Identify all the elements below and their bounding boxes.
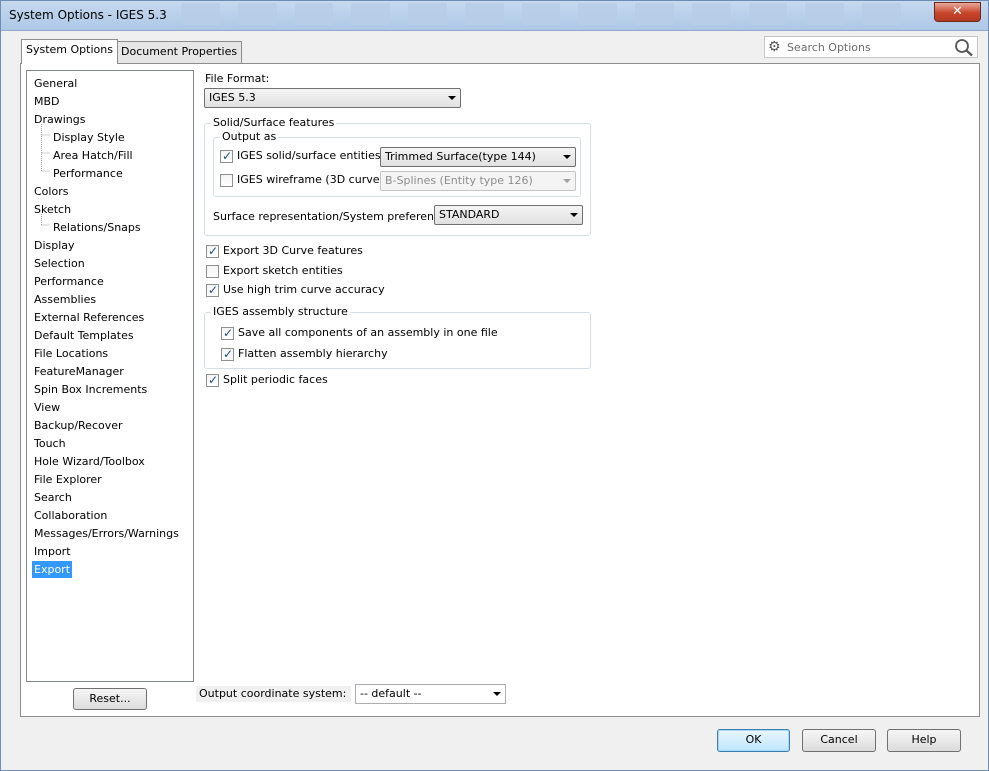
title-bar[interactable]: System Options - IGES 5.3 ✕ [1,1,988,31]
iges-assembly-structure-group: IGES assembly structure ✓ Save all compo… [204,305,591,369]
tree-item-assemblies[interactable]: Assemblies [32,291,98,308]
file-format-value: IGES 5.3 [209,91,256,104]
tree-item-drawings-performance[interactable]: Performance [51,165,125,182]
checkmark-icon: ✓ [208,244,219,258]
tree-item-general[interactable]: General [32,75,79,92]
output-as-group: Output as ✓ IGES solid/surface entities:… [213,130,581,197]
checkmark-icon: ✓ [222,149,233,163]
surface-representation-value: STANDARD [439,208,500,221]
flatten-hierarchy-checkbox-box[interactable]: ✓ [221,347,234,361]
gear-icon[interactable]: ⚙ [768,39,781,55]
iges-assembly-structure-title: IGES assembly structure [211,305,350,318]
close-button[interactable]: ✕ [934,2,981,22]
tree-item-drawings[interactable]: Drawings [32,111,87,128]
save-components-checkbox-box[interactable]: ✓ [221,326,234,340]
output-coordinate-dropdown[interactable]: -- default -- [355,684,506,704]
export-3d-curve-label: Export 3D Curve features [223,244,363,257]
export-sketch-checkbox-box[interactable] [206,265,219,278]
checkmark-icon: ✓ [208,373,219,387]
system-options-window: System Options - IGES 5.3 ✕ System Optio… [0,0,989,771]
options-panel: General MBD Drawings Display Style Area … [20,63,980,717]
tree-item-collaboration[interactable]: Collaboration [32,507,109,524]
iges-wireframe-dropdown[interactable]: B-Splines (Entity type 126) [380,171,576,191]
tree-item-view[interactable]: View [32,399,62,416]
tree-item-file-locations[interactable]: File Locations [32,345,110,362]
dialog-client: System Options Document Properties ⚙ Sea… [8,32,983,764]
search-icon[interactable] [953,37,975,57]
export-3d-curve-checkbox-box[interactable]: ✓ [206,244,219,258]
tree-item-mbd[interactable]: MBD [32,93,62,110]
iges-wireframe-value: B-Splines (Entity type 126) [385,174,533,187]
chevron-down-icon [563,179,571,183]
tree-item-messages-errors-warnings[interactable]: Messages/Errors/Warnings [32,525,181,542]
tree-item-sketch[interactable]: Sketch [32,201,73,218]
high-trim-accuracy-checkbox-box[interactable]: ✓ [206,283,219,297]
file-format-label: File Format: [205,72,270,85]
surface-representation-label: Surface representation/System preference… [213,210,451,223]
tree-item-backup-recover[interactable]: Backup/Recover [32,417,125,434]
split-periodic-faces-checkbox-box[interactable]: ✓ [206,373,219,387]
tree-item-touch[interactable]: Touch [32,435,68,452]
solid-surface-features-group: Solid/Surface features Output as ✓ IGES … [204,116,591,236]
export-sketch-label: Export sketch entities [223,264,343,277]
tree-item-search[interactable]: Search [32,489,74,506]
tree-item-performance[interactable]: Performance [32,273,106,290]
output-coordinate-label: Output coordinate system: [196,686,351,702]
tree-item-display[interactable]: Display [32,237,77,254]
tree-item-colors[interactable]: Colors [32,183,70,200]
tree-item-file-explorer[interactable]: File Explorer [32,471,104,488]
iges-solid-label: IGES solid/surface entities: [237,149,385,162]
output-coordinate-value: -- default -- [360,687,422,700]
tree-item-display-style[interactable]: Display Style [51,129,127,146]
background-ribbon-ghost [181,3,901,29]
chevron-down-icon [563,155,571,159]
tab-document-properties[interactable]: Document Properties [116,41,243,63]
chevron-down-icon [448,96,456,100]
tree-item-selection[interactable]: Selection [32,255,87,272]
split-periodic-faces-label: Split periodic faces [223,373,328,386]
tree-item-default-templates[interactable]: Default Templates [32,327,136,344]
checkmark-icon: ✓ [223,347,234,361]
tree-item-spin-box-increments[interactable]: Spin Box Increments [32,381,149,398]
tree-item-external-references[interactable]: External References [32,309,146,326]
output-as-title: Output as [220,130,279,143]
tab-system-options[interactable]: System Options [21,39,118,64]
tree-item-export[interactable]: Export [32,561,73,578]
ok-button[interactable]: OK [717,729,790,752]
file-format-dropdown[interactable]: IGES 5.3 [204,88,461,108]
reset-button[interactable]: Reset... [73,688,147,710]
iges-solid-dropdown[interactable]: Trimmed Surface(type 144) [380,147,576,167]
solid-surface-features-title: Solid/Surface features [211,116,337,129]
chevron-down-icon [493,692,501,696]
tree-item-relations-snaps[interactable]: Relations/Snaps [51,219,143,236]
search-input[interactable]: Search Options [787,41,871,54]
iges-solid-value: Trimmed Surface(type 144) [385,150,536,163]
save-components-label: Save all components of an assembly in on… [238,326,498,339]
cancel-button[interactable]: Cancel [802,729,876,752]
checkmark-icon: ✓ [223,326,234,340]
checkmark-icon: ✓ [208,283,219,297]
chevron-down-icon [570,213,578,217]
tree-item-hole-wizard-toolbox[interactable]: Hole Wizard/Toolbox [32,453,147,470]
surface-representation-dropdown[interactable]: STANDARD [434,205,583,225]
tree-item-featuremanager[interactable]: FeatureManager [32,363,126,380]
iges-solid-checkbox-box[interactable]: ✓ [220,149,233,163]
flatten-hierarchy-label: Flatten assembly hierarchy [238,347,388,360]
high-trim-accuracy-label: Use high trim curve accuracy [223,283,385,296]
options-tree[interactable]: General MBD Drawings Display Style Area … [26,70,194,682]
window-title: System Options - IGES 5.3 [9,8,167,22]
tree-item-import[interactable]: Import [32,543,73,560]
help-button[interactable]: Help [887,729,961,752]
tree-item-area-hatch-fill[interactable]: Area Hatch/Fill [51,147,135,164]
search-options-box[interactable]: ⚙ Search Options [764,36,978,58]
iges-wireframe-checkbox-box[interactable] [220,174,233,187]
iges-wireframe-label: IGES wireframe (3D curves): [237,173,394,186]
